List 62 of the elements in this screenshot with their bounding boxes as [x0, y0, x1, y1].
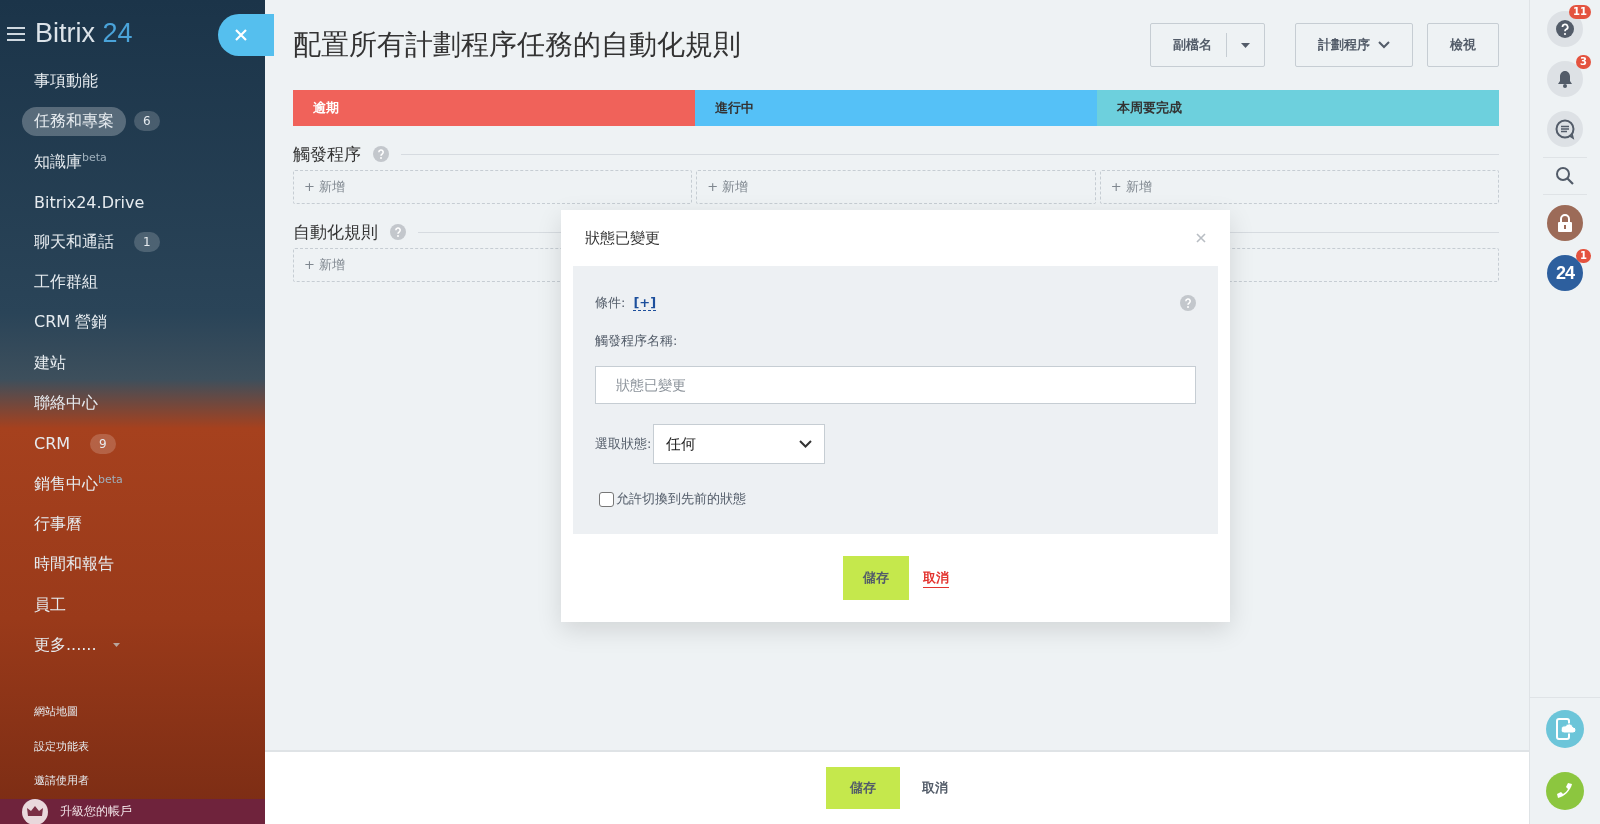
sidebar-item[interactable]: 聊天和通話	[22, 227, 126, 257]
search-icon[interactable]	[1555, 166, 1575, 186]
count-badge: 6	[134, 111, 160, 132]
add-condition-link[interactable]: [+]	[633, 295, 657, 311]
sidebar-link[interactable]: 邀請使用者	[34, 764, 265, 799]
upgrade-label: 升級您的帳戶	[60, 803, 132, 821]
logo-text: Bitrix 24	[35, 18, 133, 49]
sidebar-item[interactable]: Bitrix24.Drive	[22, 188, 157, 216]
add-trigger-link[interactable]: + 新增	[1099, 170, 1499, 204]
notification-badge: 3	[1576, 55, 1591, 69]
stage-header: 逾期	[293, 90, 695, 126]
count-badge: 9	[90, 433, 116, 454]
checkbox[interactable]	[599, 491, 614, 507]
condition-label: 條件:	[595, 294, 626, 312]
dialog-title: 狀態已變更	[585, 228, 660, 248]
notification-badge: 11	[1569, 5, 1591, 19]
sidebar-item[interactable]: 時間和報告	[22, 550, 126, 580]
chevron-icon	[799, 440, 813, 448]
notification-badge: 1	[1576, 249, 1591, 263]
sidebar-item[interactable]: 建站	[22, 348, 78, 378]
save-button[interactable]: 儲存	[826, 767, 900, 809]
name-input-field[interactable]: 狀態已變更	[595, 366, 1196, 404]
sidebar-item[interactable]: 行事曆	[22, 509, 94, 539]
dropdown-button[interactable]: 計劃程序	[1295, 23, 1413, 67]
sidebar-item[interactable]: 事項動能	[22, 66, 110, 96]
status-select[interactable]: 任何	[653, 424, 826, 464]
upgrade-bar[interactable]: 升級您的帳戶	[0, 798, 265, 824]
cancel-link[interactable]: 取消	[922, 568, 949, 588]
count-badge: 1	[134, 232, 160, 253]
sidebar-item[interactable]: 更多......	[22, 630, 109, 660]
close-button[interactable]	[218, 14, 274, 56]
sidebar-link[interactable]: 網站地圖	[34, 695, 265, 730]
sidebar-link[interactable]: 設定功能表	[34, 729, 265, 765]
sidebar-item[interactable]: 任務和專案	[22, 106, 126, 136]
sidebar-item[interactable]: 工作群組	[22, 268, 110, 298]
chevron-icon	[1378, 41, 1390, 49]
lock-icon[interactable]	[1547, 205, 1583, 241]
checkbox-label: 允許切換到先前的狀態	[616, 490, 746, 508]
menu-icon[interactable]	[7, 26, 25, 41]
section-title: 觸發程序	[293, 142, 361, 166]
status-label: 選取狀態:	[595, 435, 652, 453]
sidebar-item[interactable]: 聯絡中心	[22, 389, 110, 418]
extension-button[interactable]: 副檔名	[1150, 23, 1265, 67]
name-label: 觸發程序名稱:	[595, 332, 679, 350]
section-title: 自動化規則	[293, 220, 378, 244]
stage-header: 本周要完成	[1097, 90, 1499, 126]
sidebar-item[interactable]: CRM	[22, 430, 83, 458]
close-icon	[234, 28, 248, 42]
crown-icon	[22, 798, 48, 824]
chat-icon[interactable]	[1547, 111, 1583, 147]
caret-icon	[1241, 42, 1250, 48]
sidebar-item[interactable]: 知識庫$^{beta}$	[22, 146, 119, 177]
sidebar-item[interactable]: 員工	[22, 590, 78, 620]
sidebar-item[interactable]: 銷售中心$^{beta}$	[22, 468, 135, 500]
add-trigger-link[interactable]: + 新增	[293, 170, 693, 204]
sidebar-item[interactable]: CRM 營銷	[22, 308, 120, 338]
add-trigger-link[interactable]: + 新增	[696, 170, 1096, 204]
view-button[interactable]: 檢視	[1427, 23, 1499, 67]
stage-header: 進行中	[695, 90, 1097, 126]
save-button[interactable]: 儲存	[842, 556, 909, 600]
page-title: 配置所有計劃程序任務的自動化規則	[293, 27, 741, 63]
cancel-link[interactable]: 取消	[922, 779, 948, 797]
